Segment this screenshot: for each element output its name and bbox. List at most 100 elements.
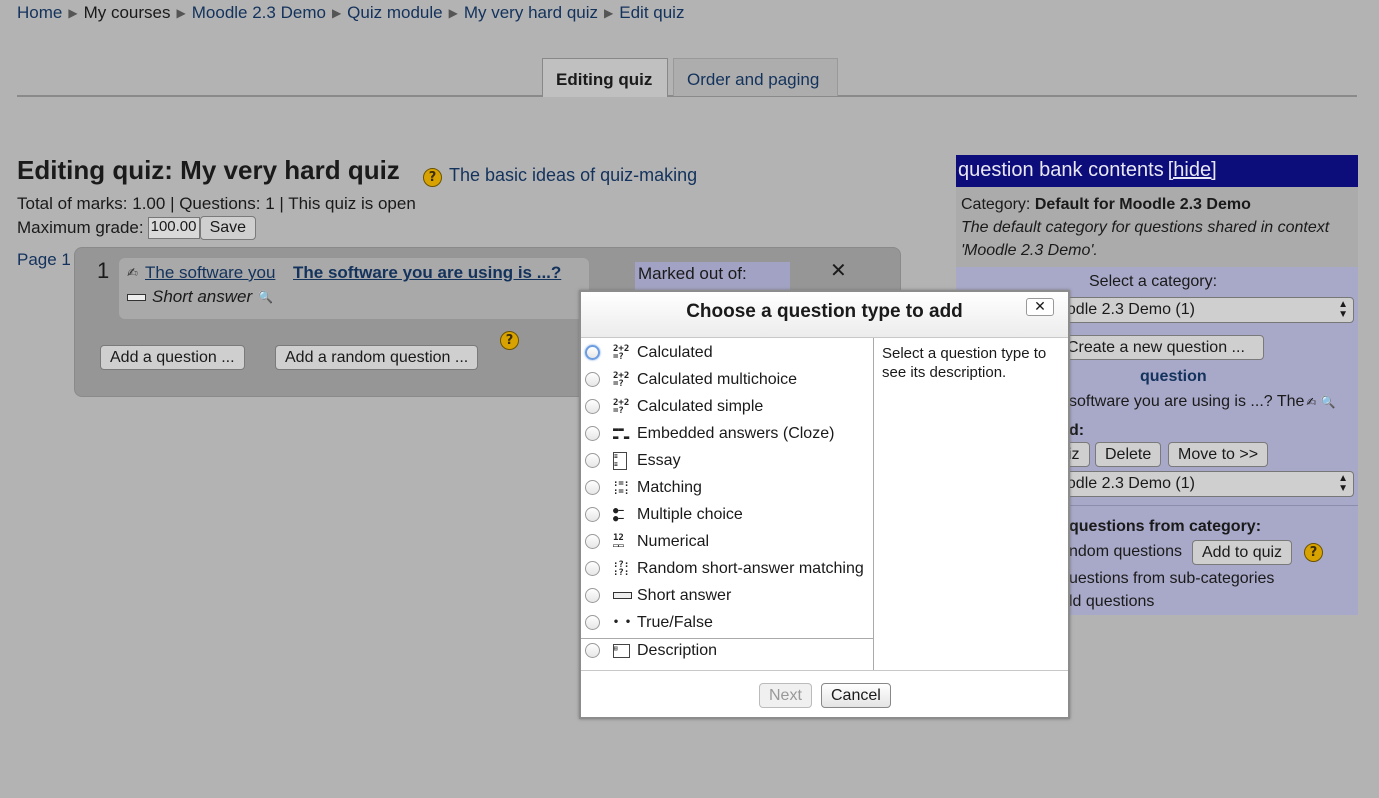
max-grade-label: Maximum grade: (17, 218, 144, 237)
slot-number: 1 (97, 258, 110, 283)
basic-ideas-help-link[interactable]: The basic ideas of quiz-making (449, 165, 697, 186)
delete-button[interactable]: Delete (1095, 442, 1162, 467)
type-label: Description (637, 641, 718, 659)
help-icon[interactable]: ? (423, 168, 442, 187)
type-option-multichoice[interactable]: ●– ●– Multiple choice (581, 501, 874, 528)
next-button[interactable]: Next (759, 683, 812, 708)
question-bank-row: software you are using is ...? The ✍ 🔍 (1069, 393, 1335, 411)
dialog-title: Choose a question type to add (686, 301, 963, 322)
radio-multichoice[interactable] (585, 507, 600, 522)
question-bank-title: question bank contents (958, 159, 1164, 181)
type-option-cloze[interactable]: ▬▬ ▬ ▬ Embedded answers (Cloze) (581, 420, 874, 447)
type-option-numerical[interactable]: 12 ▭▭ Numerical (581, 528, 874, 555)
radio-essay[interactable] (585, 453, 600, 468)
question-slot: ✍ The software you The software you are … (119, 258, 589, 319)
hide-question-bank-link[interactable]: [hide] (1168, 159, 1217, 181)
type-label: Embedded answers (Cloze) (637, 424, 835, 442)
edit-icon[interactable]: ✍ (127, 265, 138, 281)
marked-out-of: Marked out of: (635, 262, 790, 292)
radio-cloze[interactable] (585, 426, 600, 441)
cancel-button[interactable]: Cancel (821, 683, 891, 708)
truefalse-icon: • • (613, 616, 632, 628)
radio-short-answer[interactable] (585, 588, 600, 603)
type-option-random-sa-matching[interactable]: :?::?: Random short-answer matching (581, 555, 874, 582)
question-text-link[interactable]: The software you are using is ...? (293, 263, 561, 283)
tab-editing-quiz[interactable]: Editing quiz (542, 58, 668, 97)
preview-icon[interactable]: 🔍 (1320, 395, 1335, 409)
type-option-description[interactable]: ▤ Description (581, 637, 874, 664)
edit-icon[interactable]: ✍ (1306, 395, 1316, 409)
type-label: Calculated simple (637, 397, 764, 415)
breadcrumb-quiz[interactable]: My very hard quiz (464, 3, 598, 22)
breadcrumb-separator: ▶ (68, 6, 78, 20)
with-selected-label: d: (1069, 422, 1085, 439)
breadcrumb-separator: ▶ (331, 6, 342, 20)
help-icon[interactable]: ? (500, 331, 519, 350)
category-description: The default category for questions share… (961, 219, 1330, 259)
calculated-icon: 2+2 =? (613, 343, 630, 362)
question-column-header[interactable]: question (1140, 368, 1207, 386)
save-button[interactable]: Save (199, 216, 257, 240)
add-question-button[interactable]: Add a question ... (100, 345, 245, 370)
page-title: Editing quiz: My very hard quiz (17, 155, 400, 185)
category-select[interactable]: oodle 2.3 Demo (1) ▲ ▼ (1051, 297, 1354, 323)
question-type-row: Short answer 🔍 (127, 287, 273, 307)
type-label: Matching (637, 478, 702, 496)
breadcrumb-separator: ▶ (176, 6, 186, 20)
short-answer-icon (613, 592, 632, 599)
type-option-calculated-simple[interactable]: 2+2 =? Calculated simple (581, 393, 874, 420)
matching-icon: :=::=: (613, 478, 630, 497)
breadcrumb-home[interactable]: Home (17, 3, 62, 22)
random-sa-matching-icon: :?::?: (613, 559, 630, 578)
type-label: Random short-answer matching (637, 559, 864, 577)
type-label: Calculated multichoice (637, 370, 798, 388)
type-option-truefalse[interactable]: • • True/False (581, 609, 874, 636)
preview-icon[interactable]: 🔍 (258, 290, 273, 304)
radio-truefalse[interactable] (585, 615, 600, 630)
move-select-value: oodle 2.3 Demo (1) (1058, 475, 1195, 492)
type-label: True/False (637, 613, 713, 631)
breadcrumb-separator: ▶ (448, 6, 458, 20)
breadcrumb-course[interactable]: Moodle 2.3 Demo (192, 3, 326, 22)
close-icon[interactable]: ✕ (1026, 298, 1054, 316)
max-grade-input[interactable]: 100.00 (147, 217, 200, 239)
type-option-essay[interactable]: ≡ ≡ Essay (581, 447, 874, 474)
question-edit-link[interactable]: The software you (145, 263, 275, 283)
type-option-calculated-multichoice[interactable]: 2+2 =? Calculated multichoice (581, 366, 874, 393)
dialog-header: Choose a question type to add ✕ (581, 292, 1068, 338)
breadcrumb-edit-quiz[interactable]: Edit quiz (619, 3, 684, 22)
add-to-quiz-button[interactable]: Add to quiz (1192, 540, 1293, 565)
breadcrumb-my-courses: My courses (83, 3, 171, 22)
radio-calculated[interactable] (585, 345, 600, 360)
type-option-matching[interactable]: :=::=: Matching (581, 474, 874, 501)
radio-numerical[interactable] (585, 534, 600, 549)
breadcrumb-separator: ▶ (604, 6, 614, 20)
radio-calculated-multichoice[interactable] (585, 372, 600, 387)
show-old-questions-label: ld questions (1069, 593, 1155, 610)
remove-question-icon[interactable]: ✕ (830, 258, 847, 283)
breadcrumb-quiz-module[interactable]: Quiz module (347, 3, 442, 22)
short-answer-icon (127, 293, 146, 301)
add-random-question-button[interactable]: Add a random question ... (275, 345, 479, 370)
type-label: Essay (637, 451, 681, 469)
type-option-short-answer[interactable]: Short answer (581, 582, 874, 609)
question-bank-row-text: software you are using is ...? The (1069, 393, 1305, 410)
create-new-question-button[interactable]: Create a new question ... (1056, 335, 1264, 360)
type-label: Short answer (637, 586, 732, 604)
dialog-footer: Next Cancel (581, 670, 1068, 717)
page-label: Page 1 (17, 250, 71, 269)
radio-calculated-simple[interactable] (585, 399, 600, 414)
category-info: Category: Default for Moodle 2.3 Demo Th… (956, 187, 1358, 267)
move-to-button[interactable]: Move to >> (1168, 442, 1269, 467)
radio-random-sa-matching[interactable] (585, 561, 600, 576)
tab-order-and-paging[interactable]: Order and paging (673, 58, 838, 96)
cloze-icon: ▬▬ ▬ ▬ (613, 424, 630, 443)
radio-description[interactable] (585, 643, 600, 658)
help-icon[interactable]: ? (1304, 543, 1323, 562)
type-option-calculated[interactable]: 2+2 =? Calculated (581, 339, 874, 366)
random-questions-label: ndom questions (1069, 543, 1182, 560)
radio-matching[interactable] (585, 480, 600, 495)
move-to-category-select[interactable]: oodle 2.3 Demo (1) ▲ ▼ (1051, 471, 1354, 497)
type-label: Numerical (637, 532, 710, 550)
random-from-category-heading: questions from category: (1069, 518, 1262, 535)
